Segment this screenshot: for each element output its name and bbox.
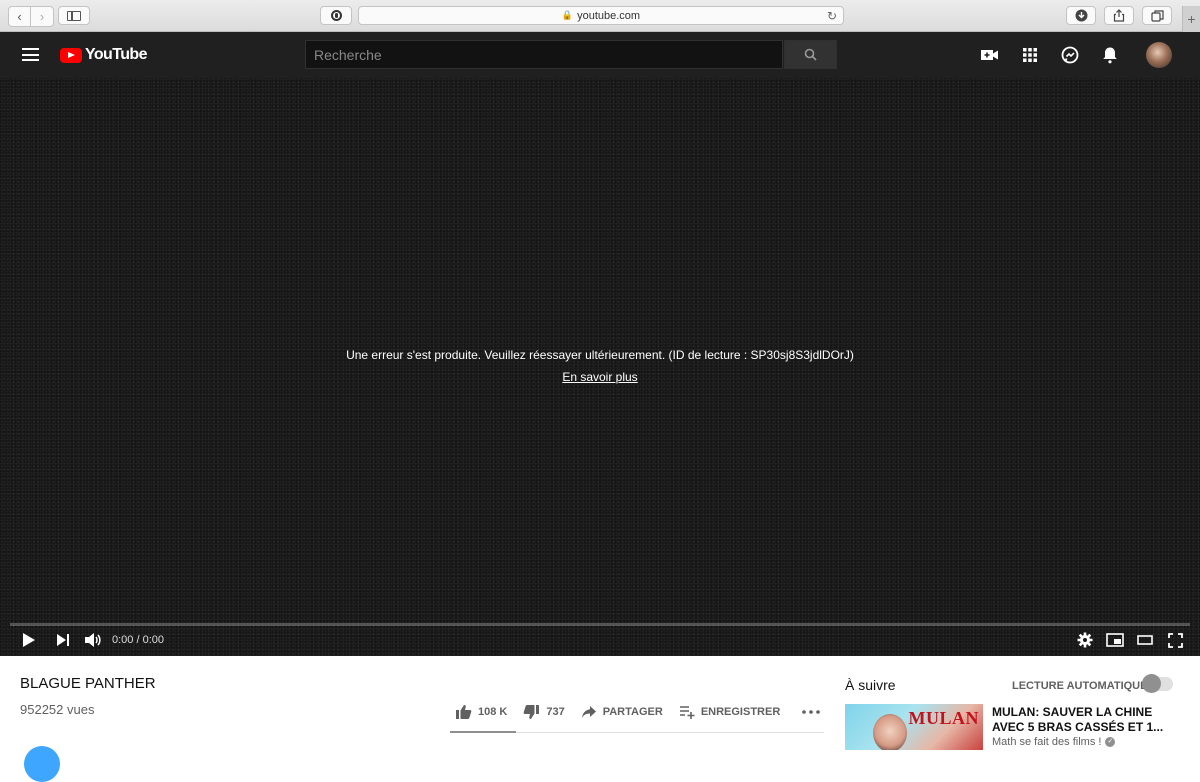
search-button[interactable] — [784, 40, 837, 69]
channel-avatar[interactable] — [24, 746, 60, 782]
privacy-shield-icon — [330, 10, 342, 21]
reload-icon[interactable]: ↻ — [827, 9, 837, 23]
channel-name: Math se fait des films ! — [992, 736, 1102, 748]
youtube-logo[interactable]: YouTube — [60, 46, 147, 64]
share-icon — [1113, 9, 1125, 22]
next-video-title[interactable]: MULAN: SAUVER LA CHINE AVEC 5 BRAS CASSÉ… — [992, 705, 1172, 735]
sentiment-bar — [450, 731, 516, 733]
play-icon — [23, 633, 35, 647]
learn-more-link[interactable]: En savoir plus — [0, 370, 1200, 384]
fullscreen-button[interactable] — [1164, 630, 1186, 650]
gear-icon — [1077, 632, 1093, 648]
save-button[interactable]: ENREGISTRER — [679, 705, 780, 719]
browser-toolbar: ‹ › 🔒 youtube.com ↻ + — [0, 0, 1200, 32]
forward-button[interactable]: › — [31, 7, 53, 26]
autoplay-label: LECTURE AUTOMATIQUE — [1012, 680, 1148, 692]
time-display: 0:00 / 0:00 — [112, 634, 164, 646]
thumbnail-face — [873, 714, 907, 750]
sidebar-icon — [67, 10, 81, 21]
video-title: BLAGUE PANTHER — [20, 675, 156, 692]
next-video-thumbnail[interactable]: MULAN — [845, 704, 983, 750]
play-button[interactable] — [18, 630, 40, 650]
save-label: ENREGISTRER — [700, 706, 781, 718]
next-video-channel[interactable]: Math se fait des films ! ✓ — [992, 736, 1116, 748]
settings-button[interactable] — [1074, 630, 1096, 650]
logo-text: YouTube — [85, 46, 147, 63]
download-icon — [1075, 9, 1087, 22]
address-bar[interactable]: 🔒 youtube.com ↻ — [358, 6, 844, 25]
youtube-header: YouTube Recherche — [0, 32, 1200, 78]
verified-check-icon: ✓ — [1105, 737, 1116, 747]
back-button[interactable]: ‹ — [9, 7, 31, 26]
share-button[interactable]: PARTAGER — [581, 705, 663, 719]
thumbs-up-icon — [456, 705, 472, 719]
add-to-playlist-icon — [679, 706, 695, 719]
volume-icon — [85, 633, 101, 647]
like-button[interactable]: 108 K — [455, 704, 507, 720]
messages-icon[interactable] — [1060, 45, 1080, 65]
more-actions-button[interactable] — [802, 710, 821, 714]
autoplay-toggle[interactable] — [1142, 674, 1173, 693]
theater-mode-icon — [1137, 635, 1153, 645]
dislike-count: 737 — [546, 706, 565, 718]
downloads-button[interactable] — [1066, 6, 1096, 25]
dislike-button[interactable]: 737 — [523, 704, 565, 720]
share-arrow-icon — [581, 706, 596, 718]
tabs-icon — [1150, 9, 1164, 22]
miniplayer-icon — [1106, 633, 1124, 647]
search-placeholder: Recherche — [314, 46, 382, 63]
video-player[interactable]: Une erreur s'est produite. Veuillez rées… — [0, 78, 1200, 656]
more-horizontal-icon — [802, 710, 821, 714]
toggle-knob — [1142, 674, 1161, 693]
tabs-overview-button[interactable] — [1142, 6, 1172, 25]
thumbnail-title-text: MULAN — [908, 708, 979, 728]
volume-button[interactable] — [82, 630, 104, 650]
progress-bar[interactable] — [10, 623, 1190, 626]
share-page-button[interactable] — [1104, 6, 1134, 25]
chevron-right-icon: › — [39, 9, 45, 24]
view-count: 952252 vues — [20, 702, 95, 717]
search-icon — [804, 48, 817, 61]
fullscreen-icon — [1167, 632, 1183, 648]
like-count: 108 K — [478, 706, 508, 718]
menu-icon[interactable] — [22, 48, 39, 61]
skip-next-icon — [57, 634, 69, 646]
lock-icon: 🔒 — [561, 10, 574, 20]
privacy-button[interactable] — [320, 6, 352, 25]
watch-info: BLAGUE PANTHER 952252 vues 108 K 737 PAR… — [0, 656, 1200, 782]
video-actions: 108 K 737 PARTAGER ENREGISTRER — [455, 704, 836, 720]
miniplayer-button[interactable] — [1104, 630, 1126, 650]
new-tab-button[interactable]: + — [1182, 6, 1200, 32]
account-avatar[interactable] — [1146, 42, 1172, 68]
player-error-message: Une erreur s'est produite. Veuillez rées… — [346, 348, 854, 362]
theater-mode-button[interactable] — [1134, 630, 1156, 650]
chevron-left-icon: ‹ — [17, 9, 22, 24]
search-input[interactable]: Recherche — [305, 40, 783, 69]
up-next-heading: À suivre — [845, 677, 896, 693]
create-video-icon[interactable] — [980, 45, 1000, 65]
notifications-bell-icon[interactable] — [1100, 45, 1120, 65]
history-nav: ‹ › — [8, 6, 54, 27]
apps-grid-icon[interactable] — [1020, 45, 1040, 65]
next-button[interactable] — [52, 630, 74, 650]
sidebar-toggle-button[interactable] — [58, 6, 90, 25]
youtube-play-logo-icon — [60, 47, 82, 63]
share-label: PARTAGER — [602, 706, 663, 718]
thumbs-down-icon — [523, 705, 540, 719]
url-text: youtube.com — [577, 9, 641, 22]
